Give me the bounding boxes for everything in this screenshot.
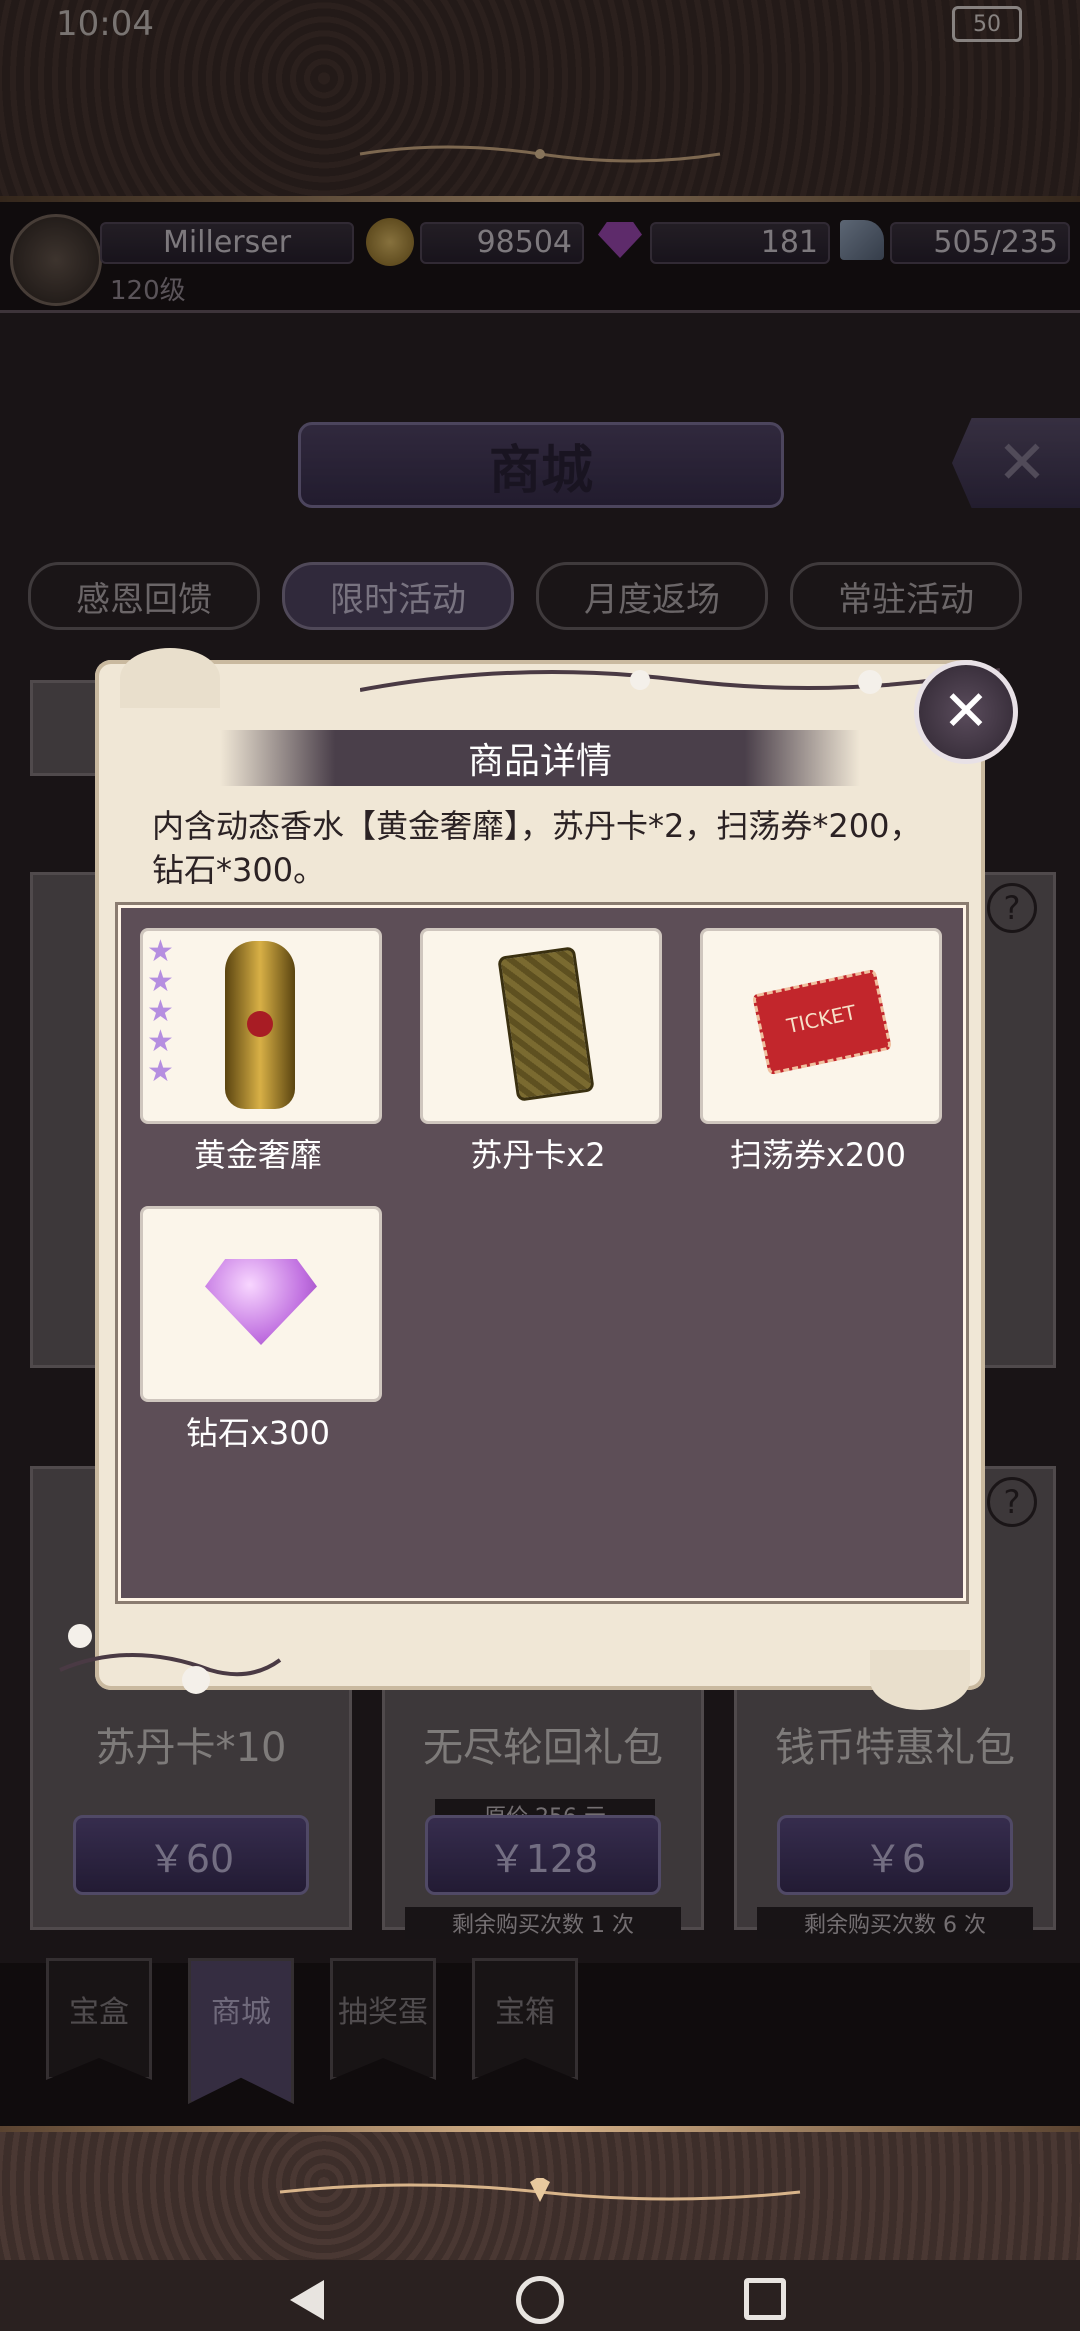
back-icon[interactable] <box>290 2280 324 2320</box>
recents-icon[interactable] <box>744 2278 786 2320</box>
popup-title: 商品详情 <box>467 741 612 782</box>
item-label: 黄金奢靡 <box>193 1136 322 1174</box>
golden-perfume-icon <box>225 941 295 1109</box>
item-label: 钻石x300 <box>185 1414 331 1452</box>
popup-title-banner: 商品详情 <box>220 730 860 786</box>
item-sweep-ticket[interactable]: TICKET <box>700 928 942 1124</box>
rose-vine-bottom-icon <box>59 1624 282 1694</box>
close-button-circle[interactable]: ✕ <box>914 660 1018 764</box>
item-label: 扫荡券x200 <box>729 1136 907 1174</box>
item-diamond[interactable] <box>140 1206 382 1402</box>
item-label: 苏丹卡x2 <box>470 1136 606 1174</box>
item-golden-perfume[interactable]: ★ ★ ★ ★ ★ <box>140 928 382 1124</box>
ticket-icon: TICKET <box>751 968 893 1076</box>
popup-rolled-edge-bottom <box>870 1650 970 1710</box>
item-sultan-card[interactable] <box>420 928 662 1124</box>
home-icon[interactable] <box>516 2276 564 2324</box>
sultan-card-icon <box>497 946 595 1102</box>
product-description: 内含动态香水【黄金奢靡】，苏丹卡*2，扫荡券*200，钻石*300。 <box>152 807 922 889</box>
rose-vine-icon <box>360 668 1000 694</box>
popup-close-button[interactable]: ✕ <box>914 660 1018 764</box>
bottom-flourish-icon <box>279 2178 801 2202</box>
rarity-stars: ★ ★ ★ ★ ★ <box>147 934 174 1089</box>
diamond-icon <box>205 1259 317 1345</box>
system-nav-bar <box>0 2260 1080 2331</box>
close-icon: ✕ <box>942 679 990 744</box>
popup-rolled-edge-top <box>120 648 220 708</box>
